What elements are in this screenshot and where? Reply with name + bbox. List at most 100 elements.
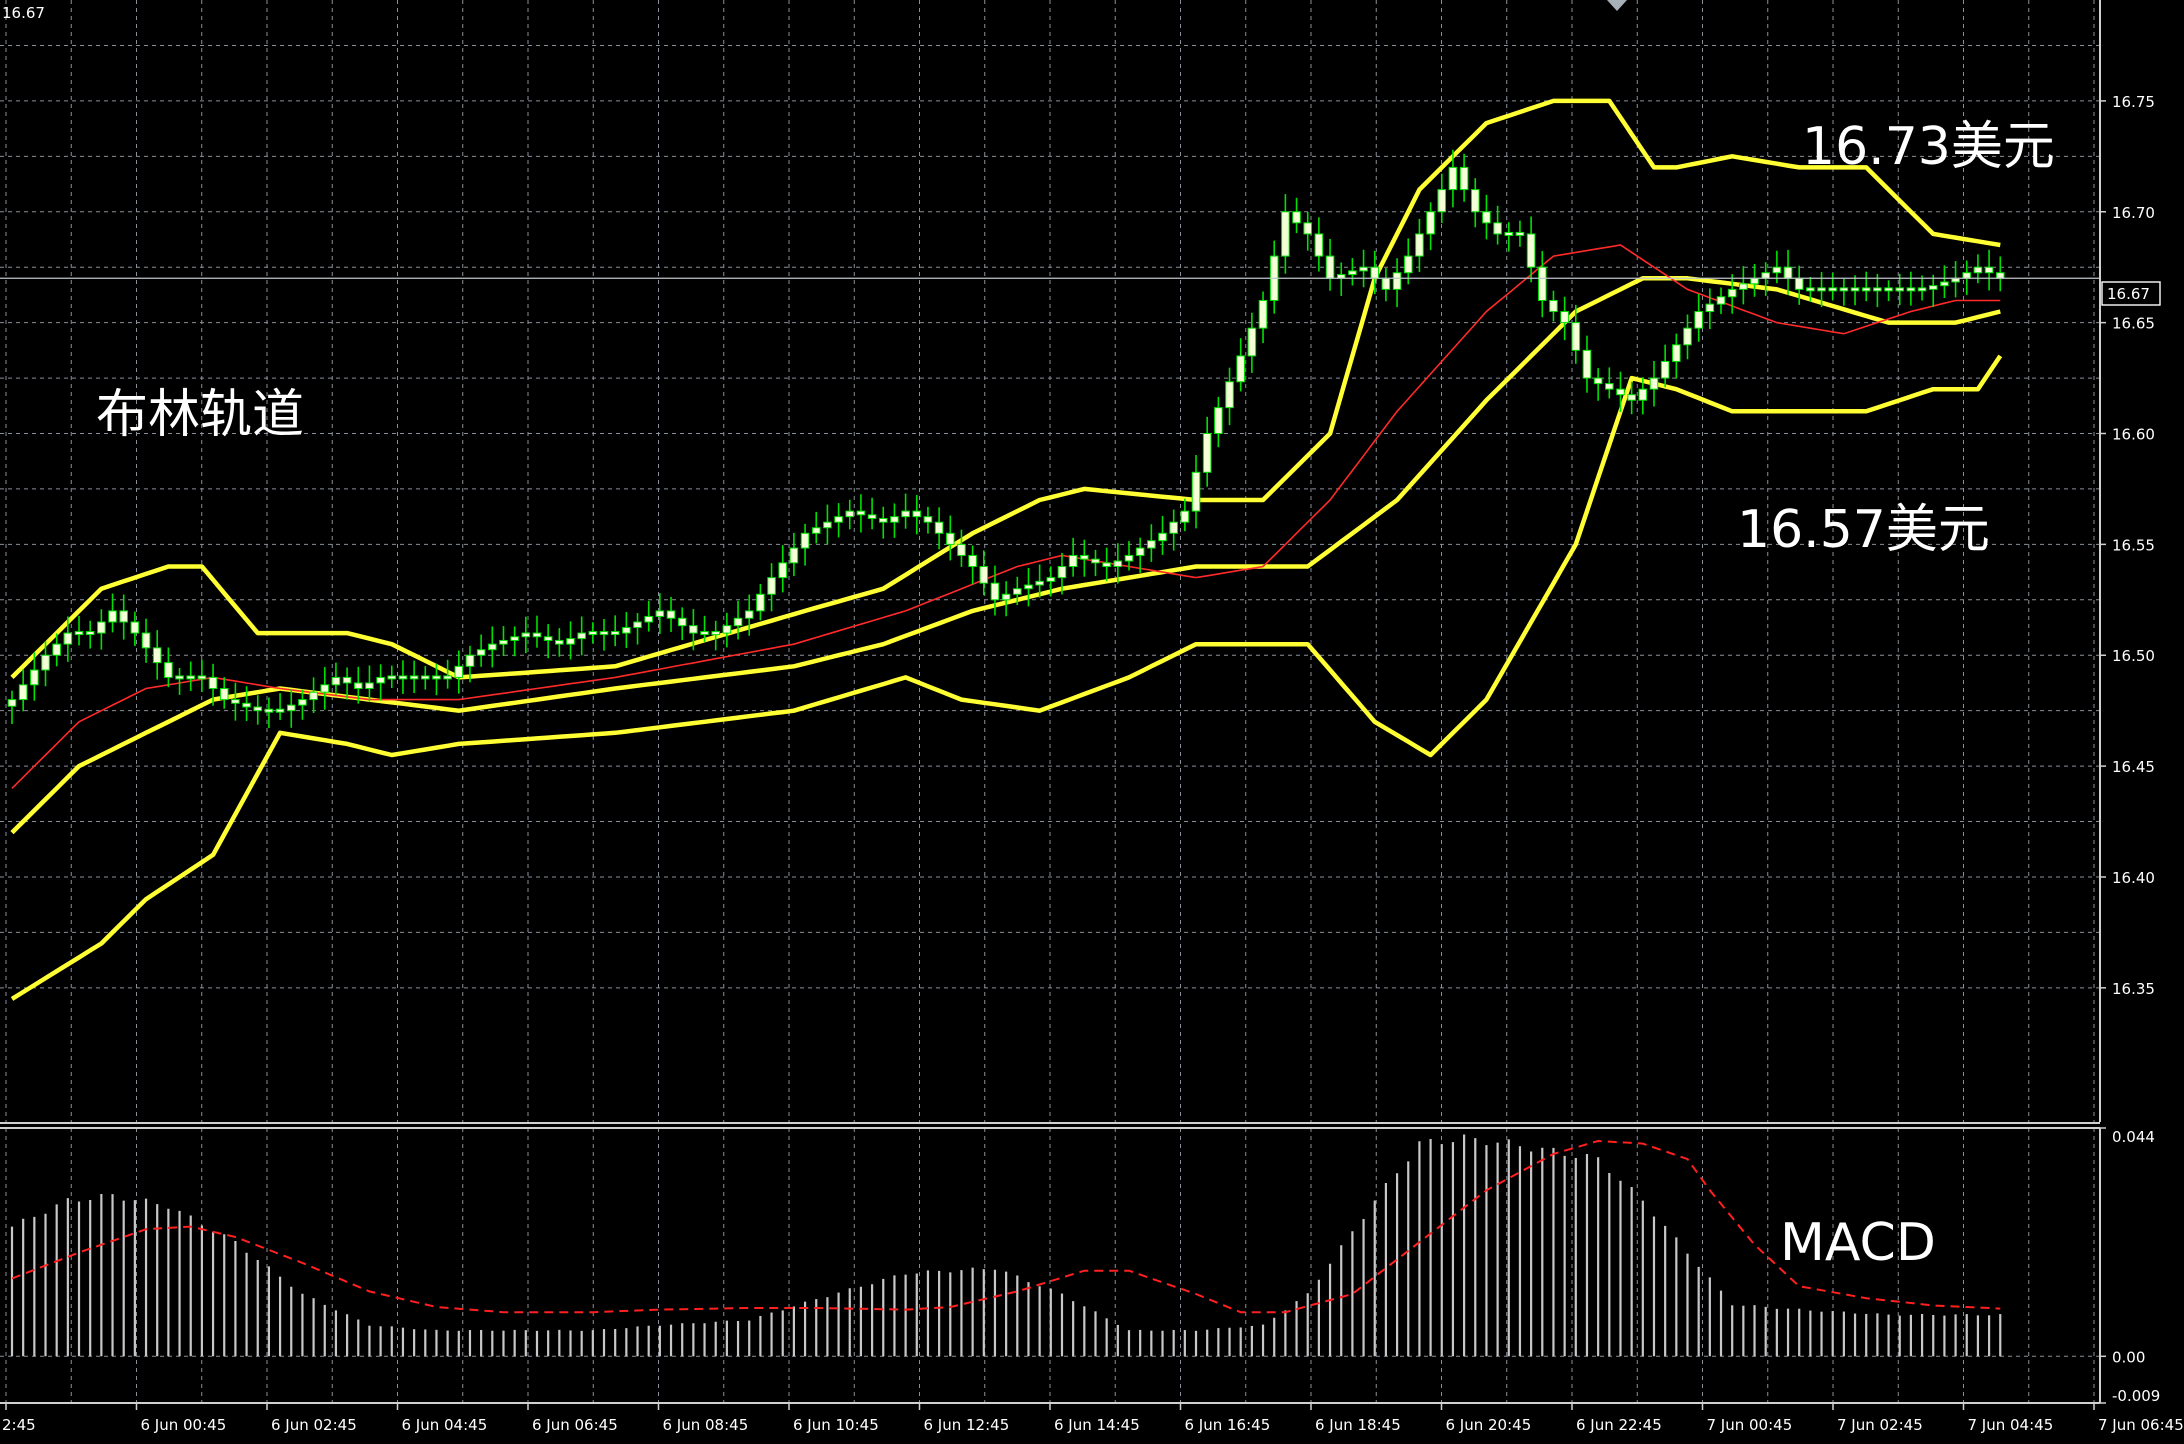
candle-body	[1147, 540, 1156, 549]
candle-body	[1839, 287, 1849, 292]
corner-price: 16.67	[2, 4, 45, 22]
trading-chart[interactable]: 16.75 16.70 16.65 16.60 16.55 16.50 16.45 16.40…	[0, 0, 2184, 1444]
candle-body	[756, 593, 765, 612]
candle-body	[398, 675, 408, 680]
time-tick-label: 6 Jun 08:45	[663, 1416, 749, 1434]
candle-body	[845, 510, 855, 518]
candle-body	[856, 510, 866, 516]
candle-body	[1392, 272, 1402, 290]
candle-body	[1381, 277, 1391, 290]
candle-body	[1783, 266, 1793, 279]
candle-body	[957, 543, 966, 556]
candle-body	[1571, 322, 1581, 351]
candle-body	[164, 662, 173, 678]
candle-body	[130, 621, 140, 634]
candle-body	[1526, 233, 1536, 268]
candle-body	[1135, 547, 1145, 556]
price-tick-label: 16.55	[2112, 536, 2155, 554]
candle-body	[7, 699, 17, 707]
candle-body	[1303, 222, 1313, 235]
candle-body	[800, 532, 810, 549]
candle-body	[1348, 270, 1357, 276]
candle-body	[63, 632, 73, 645]
candle-body	[677, 617, 687, 627]
candle-body	[990, 582, 1000, 601]
candle-body	[1158, 532, 1167, 542]
candle-body	[219, 688, 229, 701]
candle-body	[465, 654, 475, 667]
candle-body	[152, 647, 162, 664]
candle-body	[700, 631, 709, 636]
price-tick-label: 16.45	[2112, 758, 2155, 776]
candle-body	[1660, 360, 1670, 379]
candle-body	[275, 708, 285, 713]
candle-body	[1739, 283, 1748, 290]
candle-body	[1258, 299, 1268, 329]
candle-body	[1292, 211, 1301, 224]
candle-body	[811, 527, 821, 534]
candle-body	[1817, 287, 1826, 292]
candle-body	[331, 676, 341, 686]
candle-body	[1180, 510, 1190, 523]
time-tick-label: 6 Jun 10:45	[793, 1416, 879, 1434]
candle-body	[1973, 266, 1983, 274]
candle-body	[1917, 287, 1927, 292]
price-tick-label: 16.75	[2112, 93, 2155, 111]
candle-body	[1459, 166, 1469, 191]
macd-tick-label: -0.009	[2112, 1387, 2160, 1405]
candle-body	[577, 632, 586, 640]
candle-body	[890, 516, 899, 523]
candle-body	[521, 632, 531, 638]
candle-body	[901, 510, 910, 518]
candle-body	[454, 665, 464, 678]
candle-body	[1582, 349, 1592, 379]
candle-body	[1225, 381, 1234, 409]
candle-body	[767, 577, 776, 595]
candle-body	[1761, 272, 1770, 279]
candle-body	[1035, 580, 1044, 586]
candle-body	[633, 621, 642, 629]
price-tick-label: 16.35	[2112, 980, 2155, 998]
candle-body	[1649, 377, 1659, 390]
candle-body	[1593, 377, 1603, 385]
candle-body	[1426, 211, 1435, 235]
candle-body	[1940, 281, 1949, 287]
candle-body	[1493, 222, 1502, 235]
candle-body	[1504, 231, 1514, 236]
candle-body	[1794, 277, 1804, 290]
candle-body	[1191, 471, 1201, 512]
candle-body	[1750, 277, 1759, 285]
price-tick-label: 16.60	[2112, 426, 2155, 444]
candle-body	[1470, 189, 1480, 213]
candle-body	[1024, 584, 1033, 590]
candle-body	[979, 566, 989, 584]
time-tick-label: 6 Jun 14:45	[1054, 1416, 1140, 1434]
candle-body	[1906, 287, 1916, 292]
candle-body	[1080, 554, 1089, 560]
candle-body	[588, 631, 598, 636]
candle-body	[1716, 296, 1726, 305]
candle-body	[1370, 266, 1380, 279]
candle-body	[722, 625, 732, 634]
candle-body	[97, 621, 106, 634]
candle-body	[689, 625, 698, 634]
candle-body	[1236, 355, 1246, 383]
time-tick-label: 6 Jun 18:45	[1315, 1416, 1401, 1434]
candle-body	[1683, 327, 1692, 346]
candle-body	[1113, 560, 1123, 568]
candle-body	[655, 610, 665, 617]
candle-body	[231, 699, 240, 704]
candle-body	[823, 521, 832, 529]
candle-body	[432, 675, 441, 680]
time-tick-label: 7 Jun 02:45	[1837, 1416, 1923, 1434]
candle-body	[342, 676, 352, 684]
candle-body	[1314, 233, 1324, 257]
candle-body	[1895, 287, 1905, 292]
candle-body	[1928, 285, 1938, 290]
price-tick-label: 16.50	[2112, 647, 2155, 665]
candle-body	[1560, 311, 1569, 324]
candle-body	[208, 676, 218, 689]
candle-body	[1962, 272, 1972, 279]
candle-body	[18, 684, 28, 701]
price-tick-label: 16.70	[2112, 204, 2155, 222]
